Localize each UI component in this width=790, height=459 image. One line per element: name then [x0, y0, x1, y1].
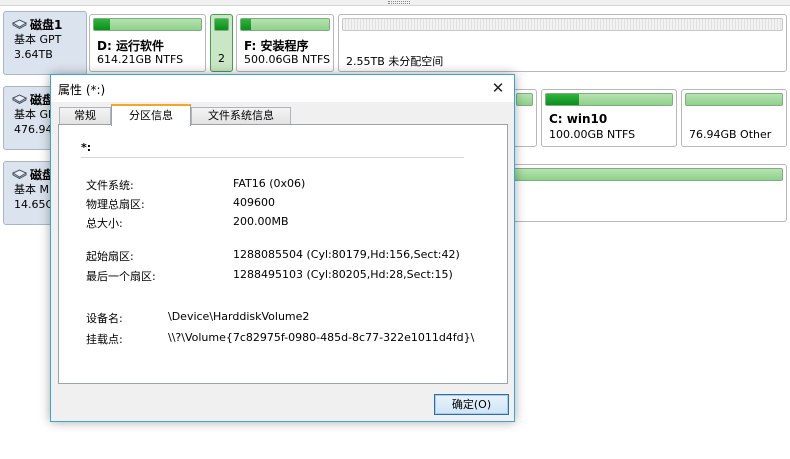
tab-general[interactable]: 常规: [59, 107, 111, 125]
partition-size: 2.55TB 未分配空间: [346, 55, 444, 68]
usage-bar-fill: [241, 19, 251, 30]
unallocated-bar: [342, 18, 783, 31]
disk-name: 磁盘1: [30, 17, 63, 32]
disk-size: 3.64TB: [14, 48, 53, 61]
partition-number: 2: [218, 52, 225, 65]
partition-d[interactable]: D: 运行软件 614.21GB NTFS: [89, 14, 206, 72]
partition-2[interactable]: 2: [210, 14, 233, 72]
partition-c[interactable]: C: win10 100.00GB NTFS: [541, 89, 677, 147]
field-label: 物理总扇区:: [86, 198, 145, 211]
partition-info-panel: *: 文件系统: FAT16 (0x06) 物理总扇区: 409600 总大小:…: [58, 124, 508, 384]
disk-icon: [12, 19, 27, 29]
partition-title: D: 运行软件: [97, 39, 164, 53]
ok-button[interactable]: 确定(O): [434, 394, 509, 415]
usage-bar-fill: [94, 19, 111, 30]
tab-partition-info[interactable]: 分区信息: [111, 104, 191, 126]
partition-unallocated[interactable]: 2.55TB 未分配空间: [338, 14, 787, 72]
drive-label: *:: [81, 141, 92, 154]
partition-hidden[interactable]: [512, 89, 537, 147]
disk-info-1[interactable]: 磁盘1 基本 GPT 3.64TB: [3, 11, 87, 75]
divider: [81, 157, 464, 158]
field-value: 1288085504 (Cyl:80179,Hd:156,Sect:42): [233, 248, 460, 261]
usage-bar: [214, 18, 229, 31]
field-label: 起始扇区:: [86, 250, 134, 263]
view-splitter[interactable]: [0, 0, 790, 6]
disk-icon: [12, 169, 27, 179]
partition-f[interactable]: F: 安装程序 500.06GB NTFS: [236, 14, 334, 72]
usage-bar: [93, 18, 202, 31]
partition-size: 76.94GB Other: [689, 128, 772, 141]
disk-icon: [12, 94, 27, 104]
partition-title: F: 安装程序: [244, 39, 309, 53]
field-value: FAT16 (0x06): [233, 177, 306, 190]
usage-bar-fill: [546, 94, 579, 105]
field-value: \Device\HarddiskVolume2: [168, 310, 310, 323]
disk-type: 基本 GPT: [14, 33, 62, 46]
usage-bar: [545, 93, 673, 106]
field-value: 409600: [233, 196, 275, 209]
partition-size: 500.06GB NTFS: [244, 53, 331, 66]
field-label: 设备名:: [86, 312, 123, 325]
field-label: 挂载点:: [86, 333, 123, 346]
field-label: 最后一个扇区:: [86, 270, 156, 283]
properties-dialog: 属性 (*:) ✕ 常规 分区信息 文件系统信息 *: 文件系统: FAT16 …: [50, 74, 515, 422]
field-label: 文件系统:: [86, 179, 134, 192]
close-icon[interactable]: ✕: [488, 79, 508, 97]
usage-bar: [516, 93, 533, 106]
usage-bar: [685, 93, 783, 106]
splitter-grip-icon: [388, 1, 410, 4]
usage-bar: [240, 18, 330, 31]
dialog-title: 属性 (*:): [58, 83, 106, 97]
usage-bar-fill: [215, 19, 228, 30]
partition-size: 100.00GB NTFS: [549, 128, 636, 141]
field-value: \\?\Volume{7c82975f-0980-485d-8c77-322e1…: [168, 331, 475, 344]
tab-filesystem-info[interactable]: 文件系统信息: [191, 107, 291, 125]
disk-row-1: 磁盘1 基本 GPT 3.64TB D: 运行软件 614.21GB NTFS …: [0, 11, 790, 75]
dialog-titlebar[interactable]: 属性 (*:) ✕: [51, 75, 514, 102]
partition-size: 614.21GB NTFS: [97, 53, 184, 66]
field-label: 总大小:: [86, 217, 123, 230]
partition-title: C: win10: [549, 112, 608, 126]
field-value: 200.00MB: [233, 215, 289, 228]
field-value: 1288495103 (Cyl:80205,Hd:28,Sect:15): [233, 268, 453, 281]
partition-other[interactable]: 76.94GB Other: [681, 89, 787, 147]
